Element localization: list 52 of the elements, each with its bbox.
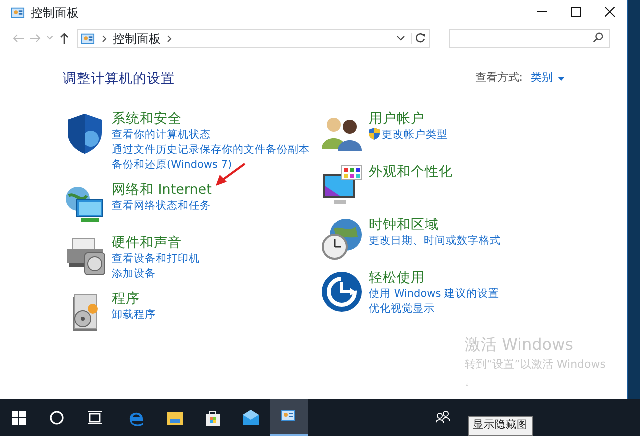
chevron-icon — [167, 34, 172, 43]
task-link[interactable]: 卸载程序 — [112, 308, 156, 323]
taskbar-button[interactable] — [270, 399, 308, 436]
maximize-icon — [571, 7, 581, 18]
address-bar[interactable]: 控制面板 — [77, 29, 430, 48]
envelope-icon — [241, 408, 261, 427]
search-field[interactable] — [449, 29, 610, 48]
task-link[interactable]: 查看你的计算机状态 — [112, 128, 211, 143]
category-link[interactable]: 硬件和声音 — [112, 234, 182, 252]
refresh-icon[interactable] — [415, 33, 426, 44]
category-link[interactable]: 轻松使用 — [369, 270, 425, 287]
breadcrumb[interactable]: 控制面板 — [113, 30, 161, 48]
control-panel-icon — [10, 6, 26, 20]
category-link[interactable]: 程序 — [112, 290, 140, 308]
caret-icon — [47, 36, 53, 40]
control-panel-icon — [80, 32, 96, 46]
task-link[interactable]: 使用 Windows 建议的设置 — [369, 286, 500, 302]
task-link[interactable]: 添加设备 — [112, 266, 156, 282]
forward-arrow-icon — [30, 34, 41, 43]
search-icon — [48, 408, 66, 427]
task-link[interactable]: 备份和还原(Windows 7) — [112, 158, 232, 173]
shopping-bag-icon — [203, 408, 223, 427]
activation-mark: 。 — [465, 374, 477, 390]
accessibility-icon — [320, 270, 364, 314]
window-title: 控制面板 — [31, 4, 79, 22]
category-link[interactable]: 系统和安全 — [112, 110, 182, 128]
page-heading: 调整计算机的设置 — [63, 70, 175, 88]
windows-start-icon — [10, 408, 28, 427]
dropdown-caret-icon[interactable] — [558, 76, 565, 81]
people-icon[interactable] — [436, 410, 450, 424]
category-link[interactable]: 用户帐户 — [369, 110, 425, 128]
task-link[interactable]: 查看设备和打印机 — [112, 252, 200, 267]
task-link[interactable]: 优化视觉显示 — [369, 302, 435, 317]
close-icon — [605, 7, 615, 18]
view-by-dropdown[interactable]: 类别 — [531, 70, 553, 87]
category-link[interactable]: 外观和个性化 — [369, 164, 453, 181]
up-arrow-icon — [60, 32, 69, 44]
globe-clock-drawing — [320, 216, 364, 261]
chevron-icon — [102, 34, 107, 43]
admin-shield-icon — [369, 128, 380, 140]
category-link[interactable]: 时钟和区域 — [369, 216, 439, 234]
task-link[interactable]: 查看网络状态和任务 — [112, 198, 211, 214]
category-link[interactable]: 网络和 Internet — [112, 182, 212, 199]
search-icon[interactable] — [593, 32, 604, 44]
task-link[interactable]: 更改帐户类型 — [369, 128, 448, 143]
task-view-icon — [86, 408, 104, 427]
task-link[interactable]: 更改日期、时间或数字格式 — [369, 234, 501, 249]
back-arrow-icon — [13, 34, 24, 43]
dropdown-caret-icon[interactable] — [397, 36, 405, 42]
tooltip: 显示隐藏图 — [468, 416, 533, 436]
view-by-label: 查看方式: — [475, 70, 523, 86]
task-link[interactable]: 通过文件历史记录保存你的文件备份副本 — [112, 142, 310, 158]
